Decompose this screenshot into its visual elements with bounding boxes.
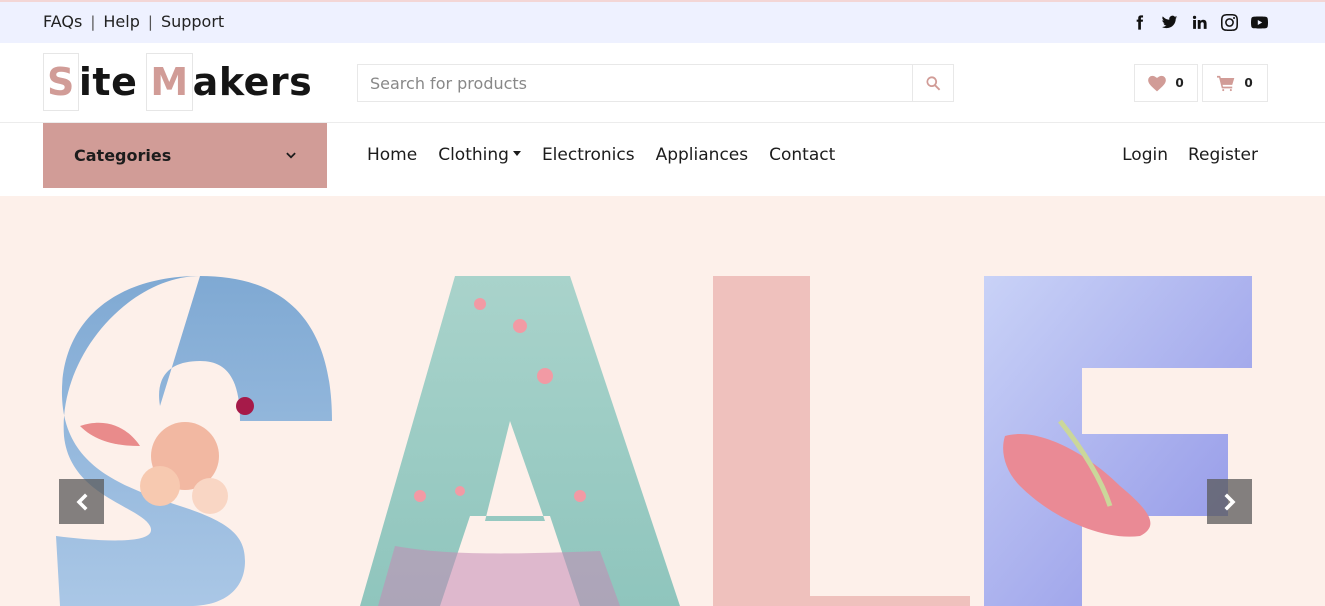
logo-letter-m: M [146,53,193,111]
site-logo[interactable]: S ite M akers [43,53,312,111]
help-link[interactable]: Help [103,12,139,31]
logo-text-second: akers [192,60,313,104]
top-bar: FAQs | Help | Support [0,0,1325,43]
instagram-icon[interactable] [1221,14,1238,31]
wishlist-count: 0 [1175,76,1184,90]
cart-button[interactable]: 0 [1202,64,1268,102]
letter-l-shape [713,276,970,606]
nav-item-contact[interactable]: Contact [769,145,835,165]
register-link[interactable]: Register [1188,145,1258,165]
shopping-cart-icon [1217,75,1235,91]
logo-text-first: ite [78,60,138,104]
separator: | [147,12,153,31]
chevron-right-icon [1224,493,1235,510]
faqs-link[interactable]: FAQs [43,12,82,31]
caret-down-icon [512,150,521,156]
search-button[interactable] [912,65,953,101]
carousel-prev-button[interactable] [59,479,104,524]
linkedin-icon[interactable] [1191,14,1208,31]
nav-menu: Home Clothing Electronics Appliances Con… [367,145,835,165]
twitter-icon[interactable] [1161,14,1178,31]
top-links: FAQs | Help | Support [43,12,224,31]
login-link[interactable]: Login [1122,145,1168,165]
chevron-left-icon [76,493,87,510]
main-navigation: Categories Home Clothing Electronics App… [0,123,1325,196]
search-bar [357,64,954,102]
carousel-next-button[interactable] [1207,479,1252,524]
search-input[interactable] [358,65,912,101]
facebook-icon[interactable] [1131,14,1148,31]
nav-item-electronics[interactable]: Electronics [542,145,635,165]
nav-item-clothing[interactable]: Clothing [438,145,521,165]
nav-item-appliances[interactable]: Appliances [656,145,749,165]
auth-links: Login Register [1122,145,1258,165]
search-icon [926,75,940,90]
categories-label: Categories [74,146,172,165]
cart-count: 0 [1244,76,1253,90]
sale-banner-image [56,276,1252,606]
youtube-icon[interactable] [1251,14,1268,31]
logo-letter-s: S [43,53,79,111]
nav-item-home[interactable]: Home [367,145,417,165]
social-links [1131,14,1268,31]
heart-icon [1148,75,1167,91]
site-header: S ite M akers 0 0 [0,43,1325,123]
support-link[interactable]: Support [161,12,224,31]
separator: | [90,12,96,31]
categories-dropdown[interactable]: Categories [43,123,327,188]
chevron-down-icon [286,152,296,158]
nav-item-clothing-label: Clothing [438,145,509,165]
wishlist-button[interactable]: 0 [1134,64,1198,102]
hero-carousel [0,196,1325,606]
